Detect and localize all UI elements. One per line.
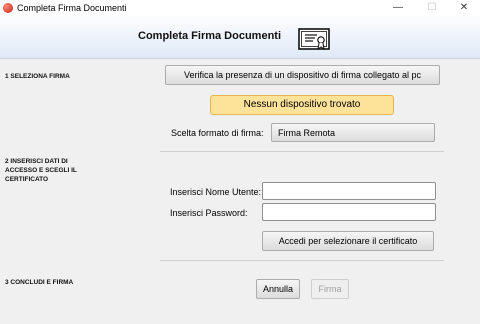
dialog-header: Completa Firma Documenti bbox=[0, 16, 480, 59]
status-badge: Nessun dispositivo trovato bbox=[210, 95, 394, 115]
certificate-icon bbox=[298, 28, 330, 51]
step3-label: 3 CONCLUDI E FIRMA bbox=[5, 279, 74, 286]
username-input[interactable] bbox=[262, 182, 436, 200]
password-label: Inserisci Password: bbox=[170, 208, 248, 218]
format-label: Scelta formato di firma: bbox=[171, 128, 264, 138]
username-label: Inserisci Nome Utente: bbox=[170, 187, 262, 197]
maximize-button[interactable]: ☐ bbox=[416, 0, 448, 16]
password-input[interactable] bbox=[262, 203, 436, 221]
window-titlebar: Completa Firma Documenti — ☐ ✕ bbox=[0, 0, 480, 16]
step2-label: 2 INSERISCI DATI DI ACCESSO E SCEGLI IL … bbox=[5, 158, 77, 183]
format-select[interactable]: Firma Remota bbox=[271, 123, 435, 142]
step1-label: 1 SELEZIONA FIRMA bbox=[5, 73, 70, 80]
app-logo-icon bbox=[3, 3, 13, 13]
sign-button[interactable]: Firma bbox=[311, 279, 349, 299]
access-certificate-button[interactable]: Accedi per selezionare il certificato bbox=[262, 231, 434, 251]
close-button[interactable]: ✕ bbox=[448, 0, 480, 16]
divider bbox=[160, 151, 444, 152]
cancel-button[interactable]: Annulla bbox=[256, 279, 300, 299]
verify-device-button[interactable]: Verifica la presenza di un dispositivo d… bbox=[165, 65, 440, 85]
window-title: Completa Firma Documenti bbox=[17, 3, 127, 13]
header-title: Completa Firma Documenti bbox=[138, 30, 282, 42]
minimize-button[interactable]: — bbox=[382, 0, 414, 16]
divider bbox=[160, 260, 444, 261]
